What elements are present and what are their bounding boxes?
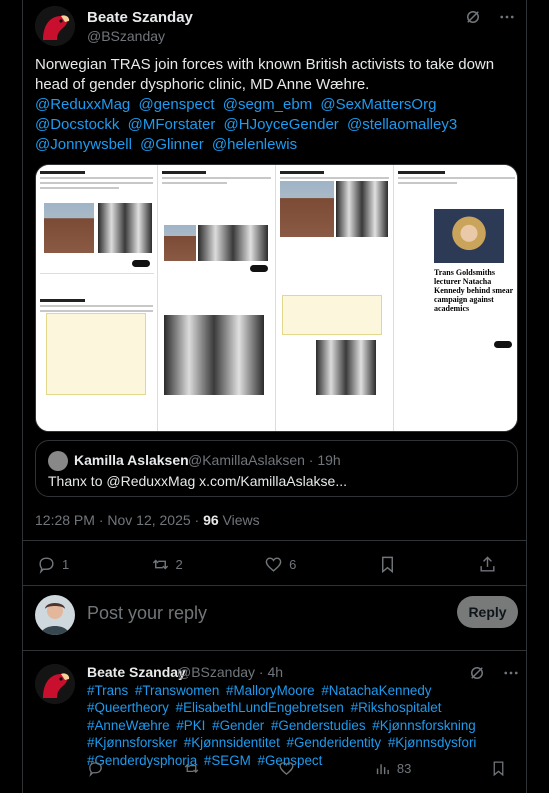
hashtag-link[interactable]: #Trans	[87, 683, 128, 698]
more-icon[interactable]	[502, 664, 520, 682]
reply-action[interactable]: 1	[37, 555, 69, 574]
author-name[interactable]: Beate Szanday	[87, 664, 186, 680]
tweet-text: Norwegian TRAS join forces with known Br…	[35, 55, 515, 155]
mention-link[interactable]: @segm_ebm	[223, 96, 312, 113]
tweet-media-image[interactable]: Trans Goldsmiths lecturer Natacha Kenned…	[35, 164, 518, 432]
quote-author-name[interactable]: Kamilla Aslaksen	[74, 452, 189, 468]
view-count: 83	[396, 761, 412, 776]
parrot-avatar-icon	[35, 6, 75, 46]
author-name[interactable]: Beate Szanday	[87, 9, 193, 26]
tweet-header: Beate Szanday @BSzanday	[35, 6, 516, 46]
like-count: 6	[289, 556, 297, 572]
more-icon[interactable]	[498, 8, 516, 26]
hashtag-link[interactable]: #Kjønnsdysfori	[388, 735, 477, 750]
hashtag-link[interactable]: #AnneWæhre	[87, 718, 170, 733]
quoted-tweet[interactable]: Kamilla Aslaksen @KamillaAslaksen · 19h …	[35, 440, 518, 497]
header-actions	[468, 664, 520, 682]
mention-link[interactable]: @MForstater	[128, 116, 216, 133]
quote-text: Thanx to @ReduxxMag x.com/KamillaAslakse…	[48, 473, 347, 489]
analytics-icon	[376, 764, 389, 775]
divider	[23, 585, 526, 586]
share-icon	[480, 555, 495, 572]
reply-count: 1	[62, 556, 70, 572]
mention-link[interactable]: @SexMattersOrg	[320, 96, 436, 113]
timeline-column: Beate Szanday @BSzanday Norwegian TRAS j…	[22, 0, 527, 793]
user-photo-icon	[35, 595, 75, 635]
reply-icon	[39, 556, 54, 574]
hashtag-link[interactable]: #NatachaKennedy	[321, 683, 431, 698]
hashtag-link[interactable]: #Transwomen	[135, 683, 219, 698]
screenshot-pane	[36, 165, 158, 431]
author-handle[interactable]: @BSzanday · 4h	[177, 664, 283, 680]
share-action[interactable]	[478, 555, 497, 574]
bookmark-action[interactable]	[378, 555, 397, 574]
hashtag-link[interactable]: #Genderstudies	[271, 718, 366, 733]
mention-link[interactable]: @stellaomalley3	[347, 116, 457, 133]
mention-link[interactable]: @helenlewis	[212, 136, 297, 153]
repost-action[interactable]: 2	[151, 555, 183, 574]
hashtag-link[interactable]: #Rikshospitalet	[351, 700, 442, 715]
mention-link[interactable]: @ReduxxMag	[35, 96, 130, 113]
repost-count: 2	[175, 556, 183, 572]
like-action[interactable]: 6	[264, 555, 296, 574]
heart-icon	[265, 556, 282, 572]
hashtag-link[interactable]: #Kjønnsforskning	[372, 718, 475, 733]
views-label: Views	[218, 512, 260, 528]
avatar[interactable]	[35, 595, 75, 635]
repost-icon	[152, 559, 168, 569]
hashtag-link[interactable]: #MalloryMoore	[226, 683, 315, 698]
heart-icon[interactable]	[278, 760, 295, 777]
hashtag-link[interactable]: #Queertheory	[87, 700, 169, 715]
tweet-timestamp: 12:28 PM · Nov 12, 2025 · 96 Views	[35, 512, 260, 528]
timestamp-text[interactable]: 12:28 PM · Nov 12, 2025 ·	[35, 512, 203, 528]
screenshot-pane	[158, 165, 276, 431]
hashtag-link[interactable]: #Kjønnsforsker	[87, 735, 177, 750]
bookmark-icon	[381, 556, 393, 573]
parrot-avatar-icon	[35, 664, 75, 704]
hashtag-link[interactable]: #Genderidentity	[287, 735, 382, 750]
grok-icon[interactable]	[464, 8, 482, 26]
media-headline: Trans Goldsmiths lecturer Natacha Kenned…	[434, 268, 513, 313]
grok-icon[interactable]	[468, 664, 486, 682]
mention-list: @ReduxxMag @genspect @segm_ebm @SexMatte…	[35, 95, 515, 155]
view-count: 96	[203, 512, 219, 528]
mention-link[interactable]: @Glinner	[140, 136, 204, 153]
hashtag-link[interactable]: #Kjønnsidentitet	[184, 735, 280, 750]
author-handle[interactable]: @BSzanday	[87, 28, 165, 44]
quote-author-handle[interactable]: @KamillaAslaksen · 19h	[188, 452, 341, 468]
mention-link[interactable]: @genspect	[138, 96, 214, 113]
hashtag-link[interactable]: #PKI	[176, 718, 205, 733]
reply-button[interactable]: Reply	[457, 596, 518, 628]
mention-link[interactable]: @Docstockk	[35, 116, 119, 133]
tweet-action-bar: 1 2 6	[37, 553, 497, 575]
avatar[interactable]	[35, 6, 75, 46]
reply-input[interactable]: Post your reply	[87, 603, 207, 624]
header-actions	[464, 8, 516, 26]
mention-link[interactable]: @HJoyceGender	[224, 116, 339, 133]
hashtag-link[interactable]: #ElisabethLundEngebretsen	[176, 700, 344, 715]
tweet-action-bar: 83	[87, 760, 507, 777]
hashtag-link[interactable]: #Gender	[212, 718, 264, 733]
views-action[interactable]: 83	[374, 760, 411, 777]
reply-icon[interactable]	[87, 760, 104, 777]
tweet-body: Norwegian TRAS join forces with known Br…	[35, 56, 495, 93]
mention-link[interactable]: @Jonnywsbell	[35, 136, 132, 153]
repost-icon[interactable]	[183, 760, 200, 777]
bookmark-icon[interactable]	[490, 760, 507, 777]
divider	[23, 650, 526, 651]
divider	[23, 540, 526, 541]
reply-composer: Post your reply Reply	[35, 593, 518, 635]
screenshot-pane	[276, 165, 394, 431]
avatar[interactable]	[48, 451, 68, 471]
hashtag-list: #Trans #Transwomen #MalloryMoore #Natach…	[87, 682, 519, 769]
avatar[interactable]	[35, 664, 75, 704]
